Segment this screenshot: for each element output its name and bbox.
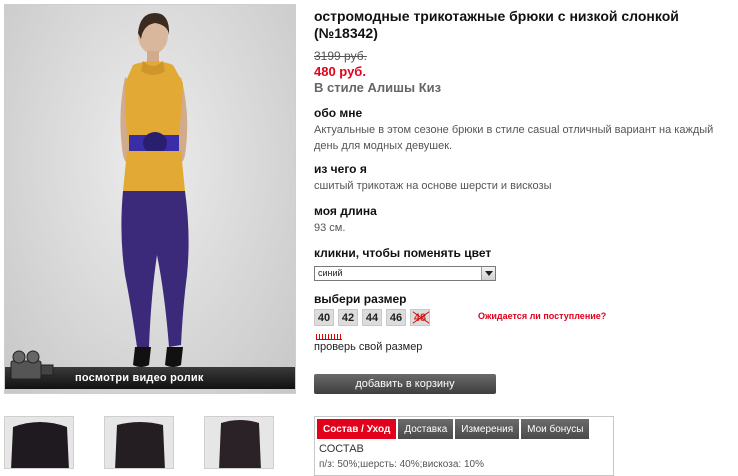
chevron-down-icon[interactable] bbox=[481, 267, 495, 280]
check-size-link[interactable]: проверь свой размер bbox=[314, 341, 422, 353]
size-heading: выбери размер bbox=[314, 292, 407, 306]
thumbnail-image bbox=[5, 417, 73, 468]
style-label: В стиле Алишы Киз bbox=[314, 80, 442, 95]
ruler-icon[interactable] bbox=[316, 334, 342, 340]
size-options: 40 42 44 46 48 bbox=[314, 309, 430, 326]
tab-measurements[interactable]: Измерения bbox=[455, 419, 520, 439]
video-bar[interactable]: посмотри видео ролик bbox=[5, 350, 295, 389]
model-image bbox=[120, 13, 189, 367]
tab-bar: Состав / Уход Доставка Измерения Мои бон… bbox=[317, 419, 590, 439]
size-option-42[interactable]: 42 bbox=[338, 309, 358, 326]
video-camera-icon bbox=[10, 350, 54, 380]
composition-text: п/з: 50%;шерсть: 40%;вискоза: 10% bbox=[319, 459, 484, 470]
info-tabs-panel: Состав / Уход Доставка Измерения Мои бон… bbox=[314, 416, 614, 476]
color-select-value: синий bbox=[318, 268, 343, 278]
new-price: 480 руб. bbox=[314, 64, 366, 79]
restock-inquiry-link[interactable]: Ожидается ли поступление? bbox=[478, 311, 606, 321]
thumbnail-image bbox=[105, 417, 173, 468]
size-option-44[interactable]: 44 bbox=[362, 309, 382, 326]
old-price: 3199 руб. bbox=[314, 49, 367, 63]
color-heading: кликни, чтобы поменять цвет bbox=[314, 246, 492, 260]
size-option-46[interactable]: 46 bbox=[386, 309, 406, 326]
thumbnail-3[interactable] bbox=[204, 416, 274, 469]
product-title: остромодные трикотажные брюки с низкой с… bbox=[314, 8, 679, 41]
about-text: Актуальные в этом сезоне брюки в стиле c… bbox=[314, 124, 714, 152]
size-option-40[interactable]: 40 bbox=[314, 309, 334, 326]
thumbnail-image bbox=[205, 417, 273, 468]
length-heading: моя длина bbox=[314, 204, 377, 218]
color-select[interactable]: синий bbox=[314, 266, 496, 281]
length-text: 93 см. bbox=[314, 222, 346, 234]
thumbnail-2[interactable] bbox=[104, 416, 174, 469]
tab-bonuses[interactable]: Мои бонусы bbox=[521, 419, 590, 439]
material-heading: из чего я bbox=[314, 162, 367, 176]
material-text: сшитый трикотаж на основе шерсти и виско… bbox=[314, 180, 552, 192]
add-to-cart-button[interactable]: добавить в корзину bbox=[314, 374, 496, 394]
tab-composition-care[interactable]: Состав / Уход bbox=[317, 419, 397, 439]
about-heading: обо мне bbox=[314, 106, 363, 120]
product-photo[interactable]: посмотри видео ролик bbox=[4, 4, 296, 394]
video-link-label[interactable]: посмотри видео ролик bbox=[75, 372, 204, 384]
thumbnail-1[interactable] bbox=[4, 416, 74, 469]
size-option-48-unavailable: 48 bbox=[410, 309, 430, 326]
composition-heading: СОСТАВ bbox=[319, 443, 364, 455]
tab-delivery[interactable]: Доставка bbox=[398, 419, 454, 439]
